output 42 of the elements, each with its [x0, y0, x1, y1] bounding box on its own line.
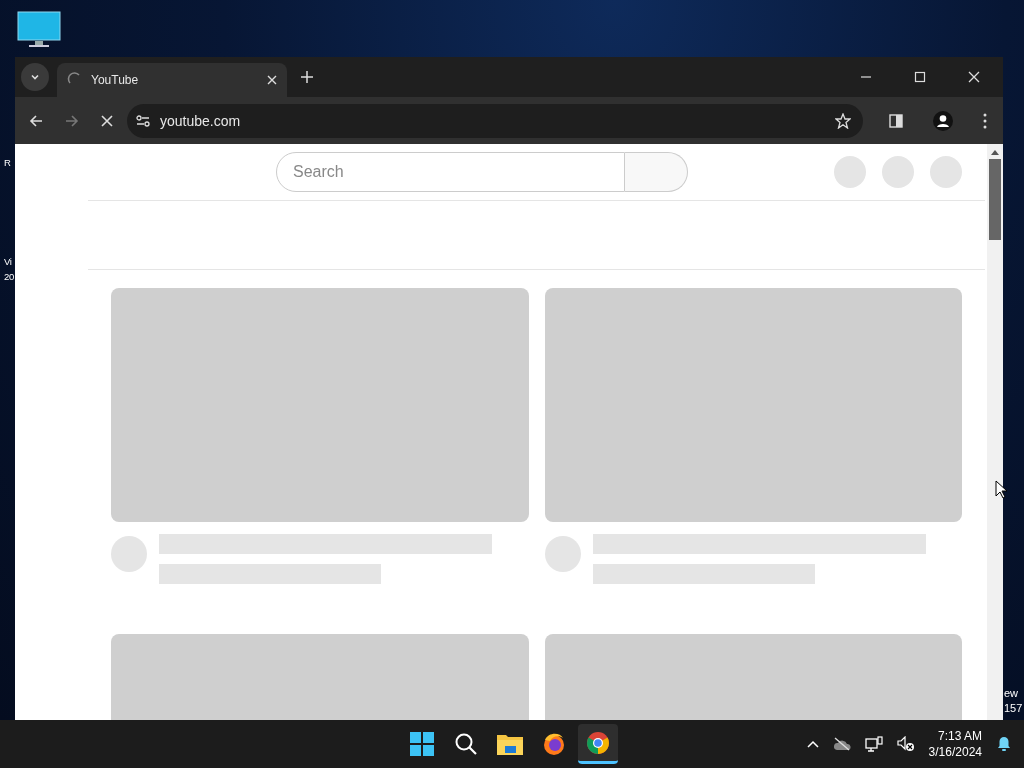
back-icon[interactable]: [29, 113, 43, 128]
desktop-icon-label: ew 157: [1004, 686, 1023, 716]
menu-icon[interactable]: [983, 112, 987, 129]
chevron-down-icon: [30, 72, 40, 82]
tab-list-button[interactable]: [21, 63, 49, 91]
placeholder-circle: [834, 156, 866, 188]
close-tab-icon[interactable]: [267, 75, 277, 85]
placeholder-circle: [930, 156, 962, 188]
notification-bell-icon[interactable]: [996, 736, 1012, 752]
maximize-icon[interactable]: [914, 71, 926, 83]
forward-icon[interactable]: [65, 113, 79, 128]
taskbar-app[interactable]: [578, 724, 618, 764]
placeholder-circle: [882, 156, 914, 188]
speaker-muted-icon[interactable]: [896, 736, 915, 752]
close-icon[interactable]: [968, 71, 980, 83]
browser-tab[interactable]: YouTube: [57, 63, 287, 97]
address-bar[interactable]: youtube.com: [127, 103, 863, 138]
avatar-placeholder: [111, 536, 147, 572]
side-panel-icon[interactable]: [889, 113, 903, 128]
computer-icon[interactable]: [17, 11, 61, 49]
stop-icon[interactable]: [101, 114, 113, 127]
scrollbar-thumb[interactable]: [989, 159, 1001, 240]
search-icon: [454, 732, 478, 756]
clock[interactable]: 7:13 AM 3/16/2024: [928, 728, 982, 760]
mouse-cursor-icon: [995, 480, 1007, 499]
bookmark-star-icon[interactable]: [835, 112, 851, 129]
folder-icon: [497, 733, 523, 755]
fox-globe-icon: [542, 732, 566, 756]
windows-logo-icon: [410, 732, 434, 756]
network-icon[interactable]: [864, 736, 883, 752]
desktop-icon-label: R: [4, 156, 11, 170]
cloud-off-icon[interactable]: [832, 737, 851, 751]
browser-app-icon: [586, 730, 610, 755]
chevron-up-icon[interactable]: [806, 740, 819, 748]
search-field[interactable]: Search: [276, 152, 625, 192]
new-tab-icon[interactable]: [301, 71, 313, 83]
desktop-icon-label: Vi 20: [4, 255, 14, 284]
scroll-up-icon[interactable]: [991, 149, 999, 155]
profile-icon[interactable]: [933, 110, 953, 131]
avatar-placeholder: [545, 536, 581, 572]
site-settings-icon[interactable]: [136, 114, 150, 127]
tab-title: YouTube: [91, 73, 140, 87]
